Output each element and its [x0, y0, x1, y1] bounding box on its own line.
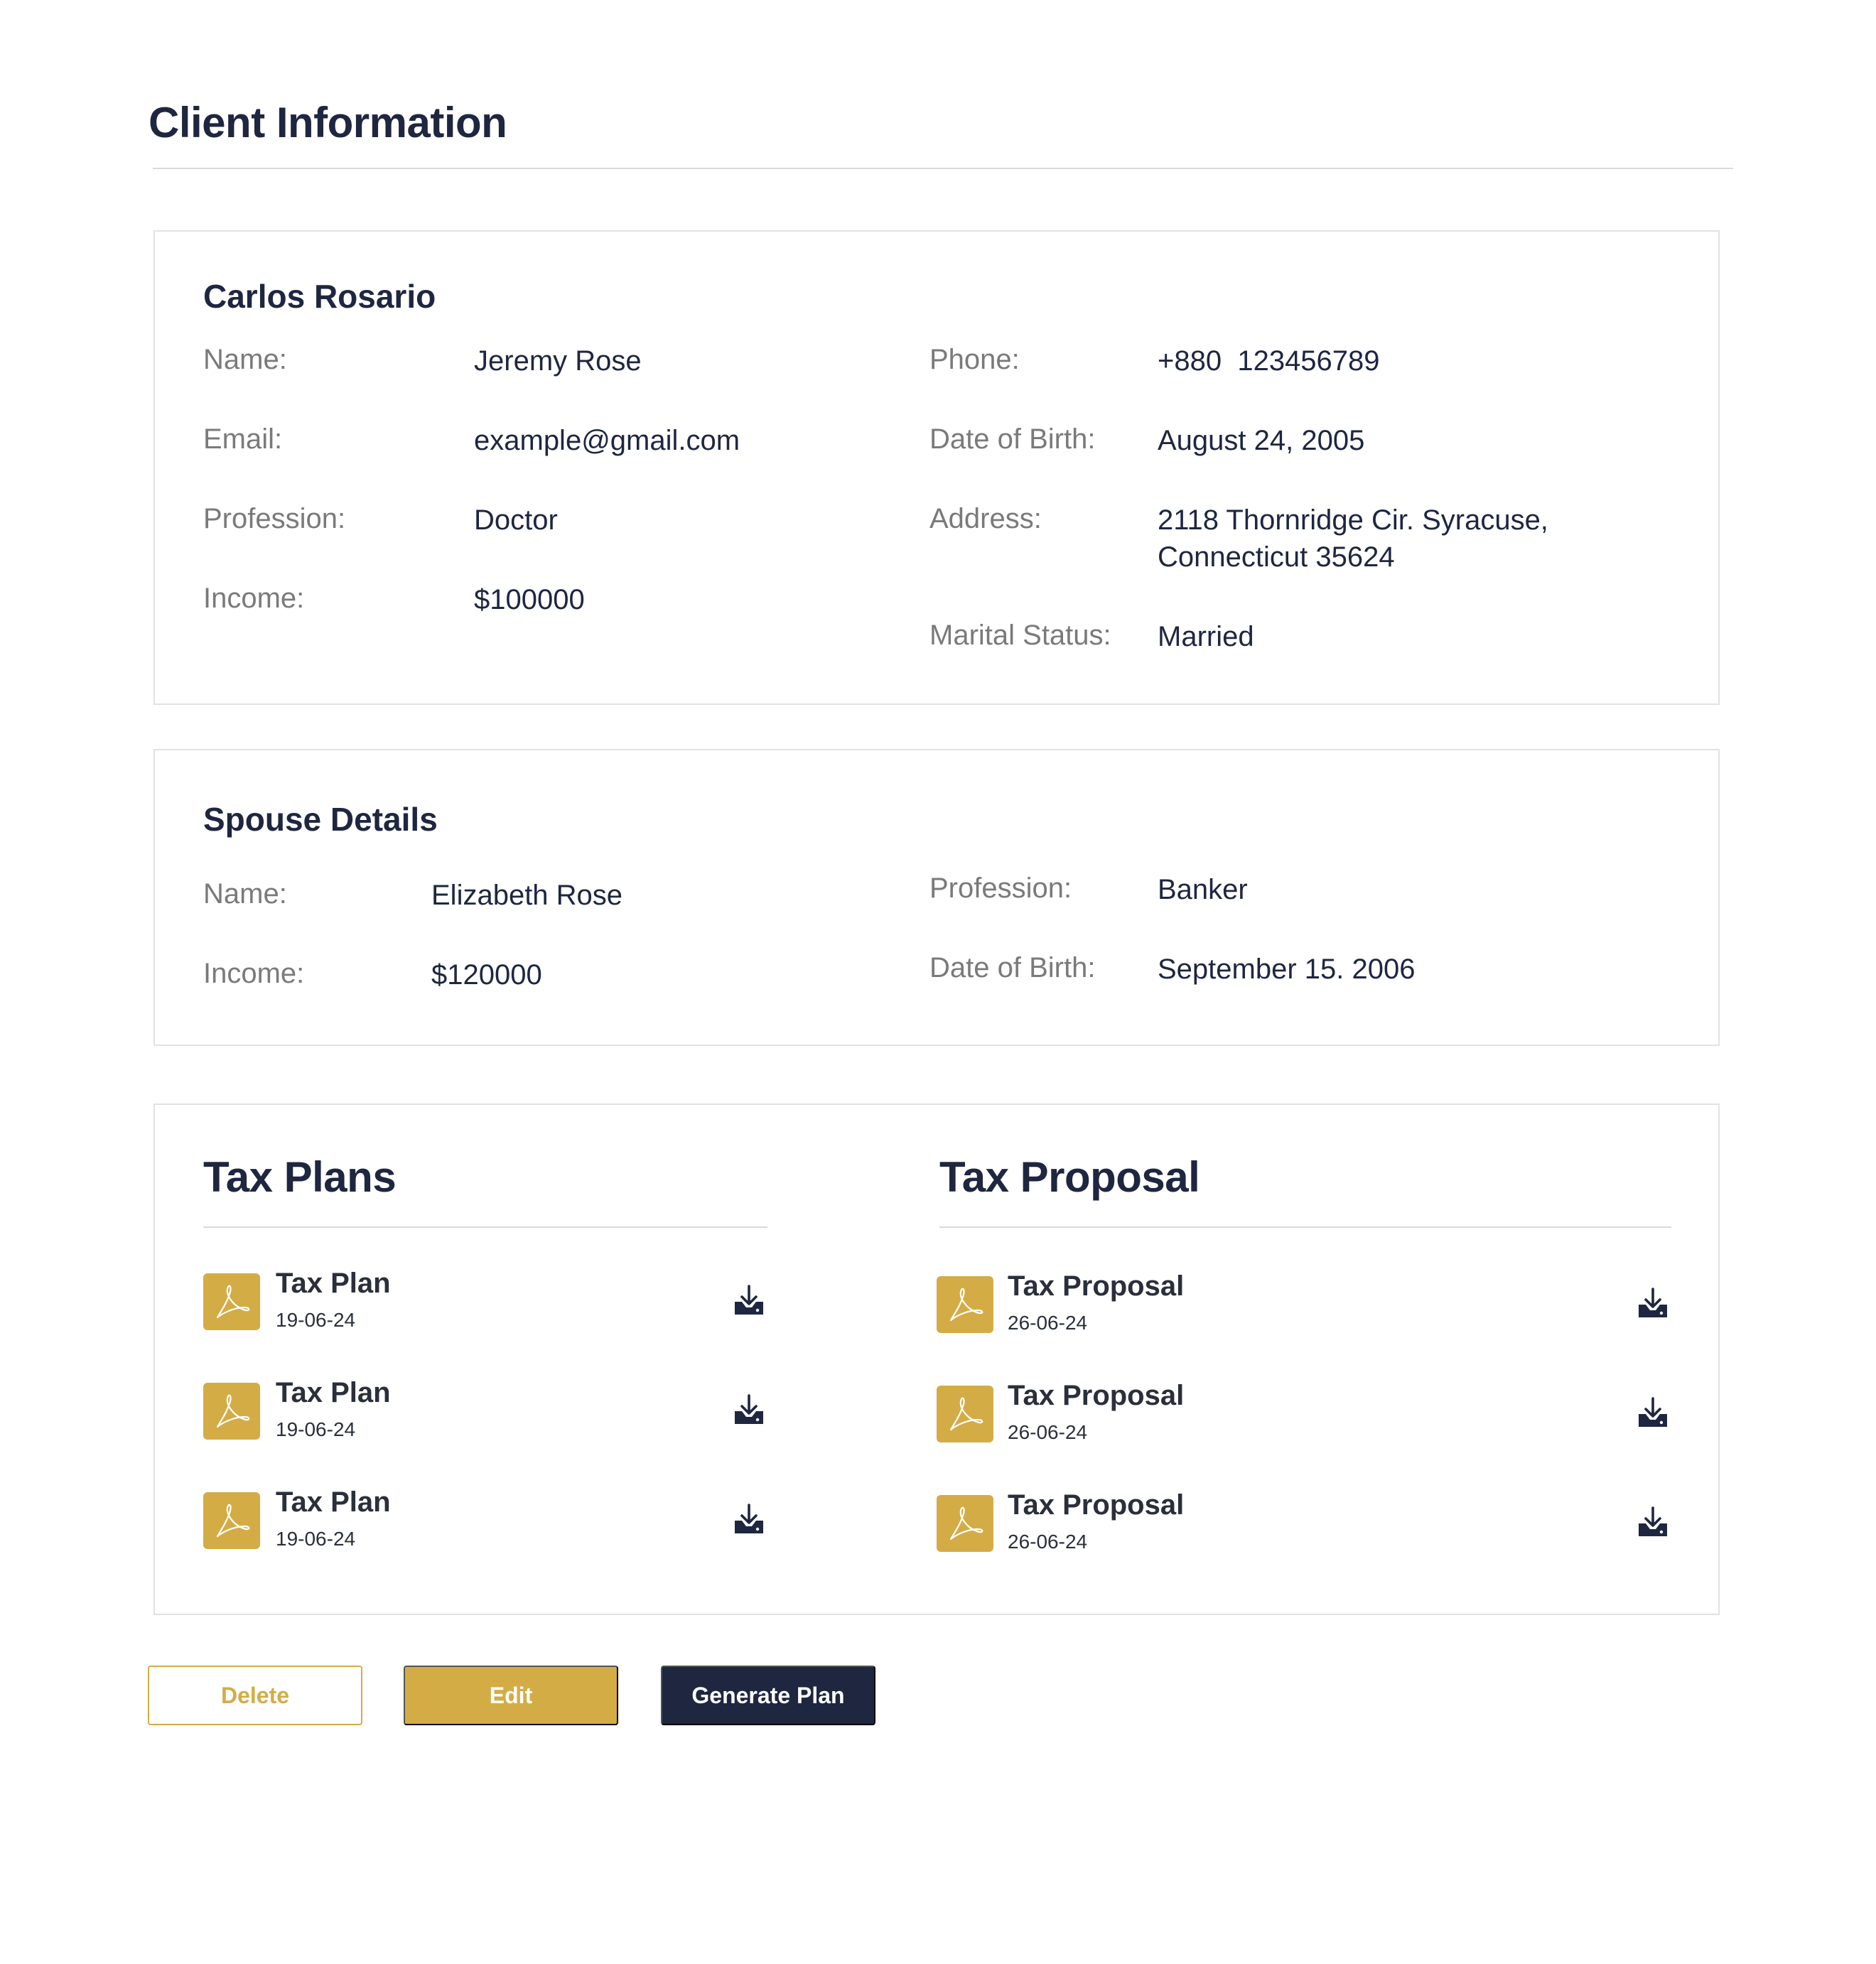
- edit-button[interactable]: Edit: [404, 1666, 618, 1725]
- client-address-line1: 2118 Thornridge Cir. Syracuse,: [1158, 505, 1548, 536]
- spouse-dob-value: September 15. 2006: [1158, 954, 1416, 985]
- client-marital-value: Married: [1158, 621, 1254, 652]
- tax-plan-item[interactable]: Tax Plan 19-06-24: [203, 1377, 767, 1441]
- page-title: Client Information: [149, 99, 507, 146]
- title-divider: [153, 168, 1733, 169]
- document-name: Tax Plan: [276, 1268, 391, 1299]
- client-income-label: Income:: [203, 583, 305, 614]
- client-address-line2: Connecticut 35624: [1158, 541, 1395, 573]
- tax-proposal-item[interactable]: Tax Proposal 26-06-24: [937, 1270, 1671, 1334]
- download-icon[interactable]: [732, 1393, 766, 1427]
- client-profession-value: Doctor: [474, 505, 558, 536]
- client-phone-label: Phone:: [929, 344, 1020, 375]
- pdf-icon: [937, 1276, 993, 1333]
- spouse-name-value: Elizabeth Rose: [431, 880, 623, 911]
- document-date: 19-06-24: [276, 1309, 356, 1331]
- client-dob-label: Date of Birth:: [929, 423, 1096, 455]
- tax-plan-item[interactable]: Tax Plan 19-06-24: [203, 1487, 767, 1550]
- pdf-icon: [203, 1273, 260, 1330]
- tax-plans-divider: [203, 1226, 767, 1228]
- client-name-heading: Carlos Rosario: [203, 278, 436, 315]
- pdf-icon: [203, 1383, 260, 1440]
- download-icon[interactable]: [1636, 1396, 1670, 1430]
- pdf-icon: [937, 1495, 993, 1552]
- download-icon[interactable]: [732, 1502, 766, 1536]
- download-icon[interactable]: [1636, 1286, 1670, 1320]
- pdf-icon: [203, 1492, 260, 1549]
- client-dob-value: August 24, 2005: [1158, 425, 1365, 456]
- tax-proposal-divider: [939, 1226, 1671, 1228]
- client-income-value: $100000: [474, 584, 585, 615]
- document-date: 26-06-24: [1008, 1531, 1088, 1553]
- client-email-label: Email:: [203, 423, 283, 455]
- client-name-label: Name:: [203, 344, 287, 375]
- client-information-page: Client Information Carlos Rosario Name: …: [0, 0, 1876, 1964]
- document-name: Tax Proposal: [1008, 1380, 1185, 1411]
- document-name: Tax Plan: [276, 1487, 391, 1518]
- document-date: 26-06-24: [1008, 1312, 1088, 1334]
- client-profession-label: Profession:: [203, 503, 346, 534]
- generate-plan-button[interactable]: Generate Plan: [661, 1666, 875, 1725]
- spouse-profession-value: Banker: [1158, 874, 1248, 905]
- tax-plans-heading: Tax Plans: [203, 1153, 397, 1201]
- spouse-income-label: Income:: [203, 958, 305, 989]
- pdf-icon: [937, 1386, 993, 1442]
- tax-plan-item[interactable]: Tax Plan 19-06-24: [203, 1268, 767, 1332]
- tax-proposal-item[interactable]: Tax Proposal 26-06-24: [937, 1489, 1671, 1553]
- document-name: Tax Proposal: [1008, 1489, 1185, 1521]
- document-date: 19-06-24: [276, 1528, 356, 1550]
- document-name: Tax Proposal: [1008, 1270, 1185, 1302]
- document-date: 26-06-24: [1008, 1421, 1088, 1443]
- client-address-label: Address:: [929, 503, 1042, 534]
- spouse-name-label: Name:: [203, 878, 287, 910]
- document-name: Tax Plan: [276, 1377, 391, 1408]
- spouse-heading: Spouse Details: [203, 801, 438, 838]
- delete-button[interactable]: Delete: [148, 1666, 362, 1725]
- download-icon[interactable]: [1636, 1505, 1670, 1539]
- client-name-value: Jeremy Rose: [474, 345, 642, 377]
- document-date: 19-06-24: [276, 1418, 356, 1440]
- spouse-income-value: $120000: [431, 959, 542, 991]
- client-phone-value: +880 123456789: [1158, 345, 1380, 377]
- download-icon[interactable]: [732, 1283, 766, 1317]
- spouse-profession-label: Profession:: [929, 873, 1072, 904]
- spouse-dob-label: Date of Birth:: [929, 952, 1096, 983]
- client-email-value: example@gmail.com: [474, 425, 740, 456]
- tax-proposal-heading: Tax Proposal: [939, 1153, 1200, 1201]
- client-marital-label: Marital Status:: [929, 620, 1111, 651]
- tax-proposal-item[interactable]: Tax Proposal 26-06-24: [937, 1380, 1671, 1444]
